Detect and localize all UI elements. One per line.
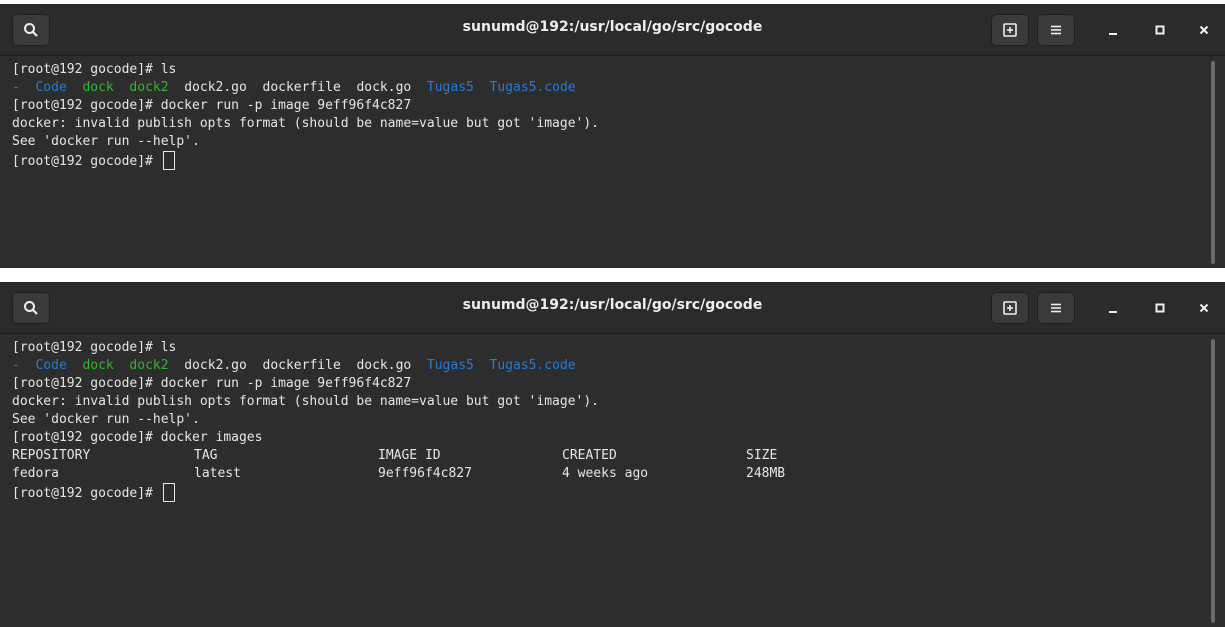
search-icon [24,23,38,37]
headerbar: sunumd@192:/usr/local/go/src/gocode [0,282,1225,334]
terminal-output: [root@192 gocode]# ls - Code dock dock2 d… [12,61,1205,170]
text-cursor [162,483,175,502]
ls-output-line: - Code dock dock2 dock2.go dockerfile do… [12,79,1205,97]
terminal-window-1: sunumd@192:/usr/local/go/src/gocode [roo… [0,4,1225,268]
minimize-icon [1109,311,1117,313]
ls-output-line: - Code dock dock2 dock2.go dockerfile do… [12,357,1205,375]
maximize-button[interactable] [1150,20,1170,40]
terminal-line: [root@192 gocode]# docker run -p image 9… [12,98,412,113]
menu-button[interactable] [1037,292,1075,324]
menu-button[interactable] [1037,14,1075,46]
search-button[interactable] [12,14,50,46]
table-header-cell: SIZE [746,448,778,463]
terminal-line: docker: invalid publish opts format (sho… [12,394,599,409]
table-header-cell: REPOSITORY [12,448,91,463]
terminal-content[interactable]: [root@192 gocode]# ls - Code dock dock2 d… [8,335,1217,627]
table-header-cell: CREATED [562,448,617,463]
ls-item: - [12,358,28,373]
prompt-line: [root@192 gocode]# [12,483,1205,502]
close-button[interactable] [1194,298,1214,318]
ls-item: dock2 [129,358,169,373]
minimize-button[interactable] [1103,298,1123,318]
ls-item: dock2.go [184,358,247,373]
table-cell: 248MB [746,466,786,481]
table-cell: 9eff96f4c827 [378,466,472,481]
terminal-line: [root@192 gocode]# docker images [12,430,263,445]
table-header-cell: TAG [194,448,218,463]
ls-item: dock.go [356,80,412,95]
window-title: sunumd@192:/usr/local/go/src/gocode [462,19,763,35]
terminal-content[interactable]: [root@192 gocode]# ls - Code dock dock2 d… [8,57,1217,268]
table-row: fedora latest 9eff96f4c827 4 weeks ago 248MB [12,465,1205,483]
terminal-line: [root@192 gocode]# docker run -p image 9… [12,376,412,391]
ls-item: dock [82,358,114,373]
maximize-icon [1155,25,1165,35]
terminal-line: [root@192 gocode]# ls [12,340,177,355]
scrollbar[interactable] [1211,61,1215,264]
new-tab-button[interactable] [991,292,1029,324]
ls-item: Tugas5 [426,80,474,95]
maximize-icon [1155,303,1165,313]
ls-item: Tugas5.code [489,80,576,95]
maximize-button[interactable] [1150,298,1170,318]
ls-item: dockerfile [262,358,341,373]
close-button[interactable] [1194,20,1214,40]
text-cursor [162,151,175,170]
table-header-cell: IMAGE ID [378,448,441,463]
close-icon [1199,303,1209,313]
ls-item: Tugas5.code [489,358,576,373]
hamburger-menu-icon [1051,303,1061,313]
ls-item: Code [35,358,67,373]
ls-item: dock [82,80,114,95]
minimize-button[interactable] [1103,20,1123,40]
search-button[interactable] [12,292,50,324]
minimize-icon [1109,33,1117,35]
terminal-window-2: sunumd@192:/usr/local/go/src/gocode [roo… [0,282,1225,627]
window-title: sunumd@192:/usr/local/go/src/gocode [462,297,763,313]
hamburger-menu-icon [1051,25,1061,35]
search-icon [24,301,38,315]
ls-item: Tugas5 [426,358,474,373]
terminal-output: [root@192 gocode]# ls - Code dock dock2 d… [12,339,1205,502]
table-cell: fedora [12,466,59,481]
prompt: [root@192 gocode]# [12,486,161,501]
new-tab-icon [1003,23,1017,37]
ls-item: dockerfile [262,80,341,95]
ls-item: dock2 [129,80,169,95]
close-icon [1199,25,1209,35]
headerbar: sunumd@192:/usr/local/go/src/gocode [0,4,1225,56]
terminal-line: docker: invalid publish opts format (sho… [12,116,599,131]
terminal-line: [root@192 gocode]# ls [12,62,177,77]
images-table-header: REPOSITORY TAG IMAGE ID CREATED SIZE [12,447,1205,465]
new-tab-button[interactable] [991,14,1029,46]
ls-item: - [12,80,28,95]
terminal-line: See 'docker run --help'. [12,412,200,427]
scrollbar[interactable] [1211,339,1215,623]
ls-item: dock.go [356,358,412,373]
terminal-line: See 'docker run --help'. [12,134,200,149]
table-cell: latest [194,466,241,481]
ls-item: dock2.go [184,80,247,95]
ls-item: Code [35,80,67,95]
prompt-line: [root@192 gocode]# [12,151,1205,170]
table-cell: 4 weeks ago [562,466,649,481]
new-tab-icon [1003,301,1017,315]
prompt: [root@192 gocode]# [12,154,161,169]
